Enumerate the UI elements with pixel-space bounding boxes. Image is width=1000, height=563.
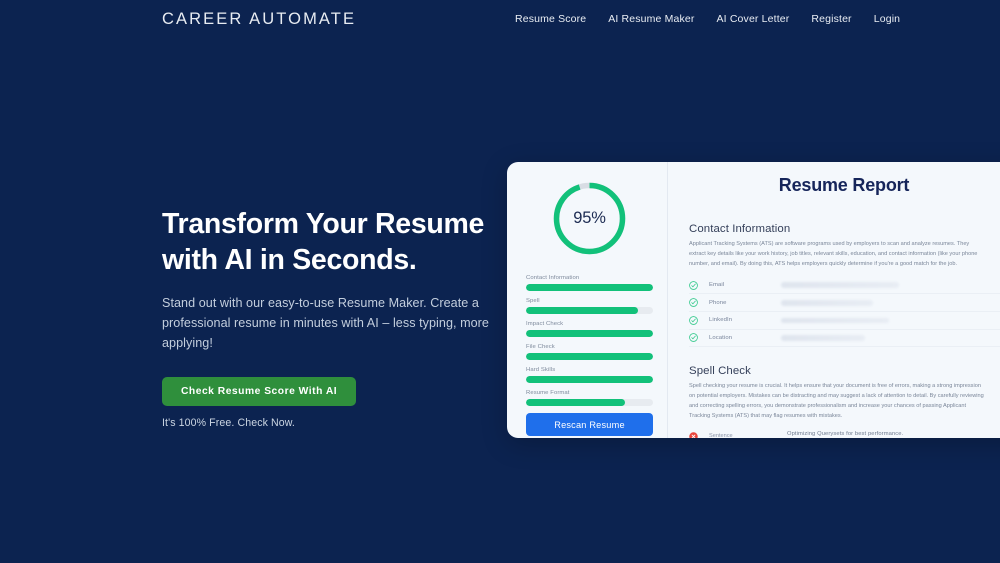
- paragraph-line: on potential employers. Mistakes can be …: [689, 393, 984, 400]
- top-navigation: CAREER AUTOMATE Resume Score AI Resume M…: [0, 0, 1000, 38]
- contact-information-heading: Contact Information: [689, 223, 791, 235]
- free-note-text: It's 100% Free. Check Now.: [162, 417, 295, 430]
- redacted-value: [781, 300, 873, 306]
- check-row-email: Email: [689, 277, 1000, 295]
- score-bar-impact-check: Impact Check: [526, 321, 653, 337]
- resume-report-card: 95% Contact Information Spell Impact Che…: [507, 162, 1000, 438]
- error-sentence: Optimizing Querysets for best performanc…: [787, 431, 904, 438]
- nav-link-resume-score[interactable]: Resume Score: [515, 13, 597, 25]
- check-row-label: Email: [709, 282, 725, 289]
- redacted-value: [781, 282, 899, 288]
- paragraph-line: number, and email). By doing this, ATS h…: [689, 260, 958, 267]
- score-bar-file-check: File Check: [526, 344, 653, 360]
- report-title: Resume Report: [778, 175, 910, 195]
- rescan-resume-button[interactable]: Rescan Resume: [526, 413, 653, 436]
- score-ring: 95%: [551, 180, 628, 257]
- paragraph-line: Tracking Systems (ATS) that may flag res…: [689, 413, 843, 420]
- check-row-phone: Phone: [689, 294, 1000, 313]
- spell-check-paragraph: Spell checking your resume is crucial. I…: [689, 382, 1000, 422]
- check-circle-icon: [689, 280, 709, 290]
- paragraph-line: Spell checking your resume is crucial. I…: [689, 383, 981, 390]
- nav-links: Resume Score AI Resume Maker AI Cover Le…: [515, 13, 900, 25]
- score-breakdown-bars: Contact Information Spell Impact Check F…: [526, 275, 653, 406]
- score-bar-track: [526, 306, 653, 314]
- score-bar-label: File Check: [526, 344, 555, 350]
- score-ring-wrapper: 95%: [526, 180, 653, 257]
- score-bar-label: Impact Check: [526, 321, 564, 327]
- score-bar-spell: Spell: [526, 298, 653, 314]
- score-bar-fill: [526, 283, 653, 291]
- site-logo[interactable]: CAREER AUTOMATE: [162, 10, 356, 29]
- landing-page: CAREER AUTOMATE Resume Score AI Resume M…: [0, 0, 1000, 563]
- paragraph-line: Applicant Tracking Systems (ATS) are sof…: [689, 241, 970, 247]
- redacted-value: [781, 335, 865, 341]
- score-bar-track: [526, 398, 653, 406]
- error-type-label: Sentence: [709, 432, 733, 438]
- error-circle-icon: [689, 431, 709, 438]
- score-bar-resume-format: Resume Format: [526, 390, 653, 406]
- score-bar-track: [526, 283, 653, 291]
- check-circle-icon: [689, 333, 709, 343]
- score-bar-track: [526, 375, 653, 383]
- paragraph-line: and correcting spelling errors, you demo…: [689, 403, 967, 410]
- score-bar-label: Spell: [526, 298, 540, 304]
- score-panel: 95% Contact Information Spell Impact Che…: [507, 162, 668, 438]
- paragraph-line: extract key details like your work histo…: [689, 250, 978, 257]
- score-bar-label: Hard Skills: [526, 367, 556, 373]
- score-bar-hard-skills: Hard Skills: [526, 367, 653, 383]
- check-row-label: LinkedIn: [709, 317, 733, 324]
- spell-check-heading: Spell Check: [689, 365, 751, 378]
- score-bar-fill: [526, 329, 653, 337]
- score-bar-fill: [526, 375, 653, 383]
- score-bar-label: Contact Information: [526, 275, 580, 281]
- score-bar-label: Resume Format: [526, 390, 570, 396]
- score-bar-contact-information: Contact Information: [526, 275, 653, 291]
- contact-information-paragraph: Applicant Tracking Systems (ATS) are sof…: [689, 240, 1000, 270]
- nav-link-login[interactable]: Login: [863, 13, 900, 25]
- page-title: Transform Your Resume with AI in Seconds…: [162, 206, 492, 279]
- score-bar-fill: [526, 398, 626, 406]
- report-panel: Resume Report Contact Information Applic…: [668, 162, 1000, 438]
- check-row-linkedin: LinkedIn: [689, 312, 1000, 330]
- check-row-label: Location: [709, 334, 733, 341]
- nav-link-ai-resume-maker[interactable]: AI Resume Maker: [597, 13, 705, 25]
- check-row-label: Phone: [709, 299, 727, 306]
- contact-check-list: Email Phone LinkedIn Location: [689, 277, 1000, 348]
- nav-link-ai-cover-letter[interactable]: AI Cover Letter: [706, 13, 801, 25]
- spell-error-row: Sentence Optimizing Querysets for best p…: [689, 431, 1000, 438]
- nav-link-register[interactable]: Register: [800, 13, 862, 25]
- hero-section: Transform Your Resume with AI in Seconds…: [162, 206, 492, 429]
- score-value: 95%: [573, 209, 606, 227]
- score-bar-track: [526, 352, 653, 360]
- check-resume-score-button[interactable]: Check Resume Score With AI: [162, 377, 357, 407]
- score-bar-fill: [526, 352, 653, 360]
- check-row-location: Location: [689, 330, 1000, 348]
- redacted-value: [781, 317, 889, 324]
- score-bar-track: [526, 329, 653, 337]
- check-circle-icon: [689, 316, 709, 325]
- hero-heading-line2: with AI in Seconds.: [162, 244, 417, 277]
- check-circle-icon: [689, 298, 709, 308]
- error-details: Optimizing Querysets for best performanc…: [787, 431, 1000, 438]
- hero-subtitle: Stand out with our easy-to-use Resume Ma…: [162, 295, 489, 351]
- score-bar-fill: [526, 306, 638, 314]
- hero-heading-line1: Transform Your Resume: [162, 208, 485, 240]
